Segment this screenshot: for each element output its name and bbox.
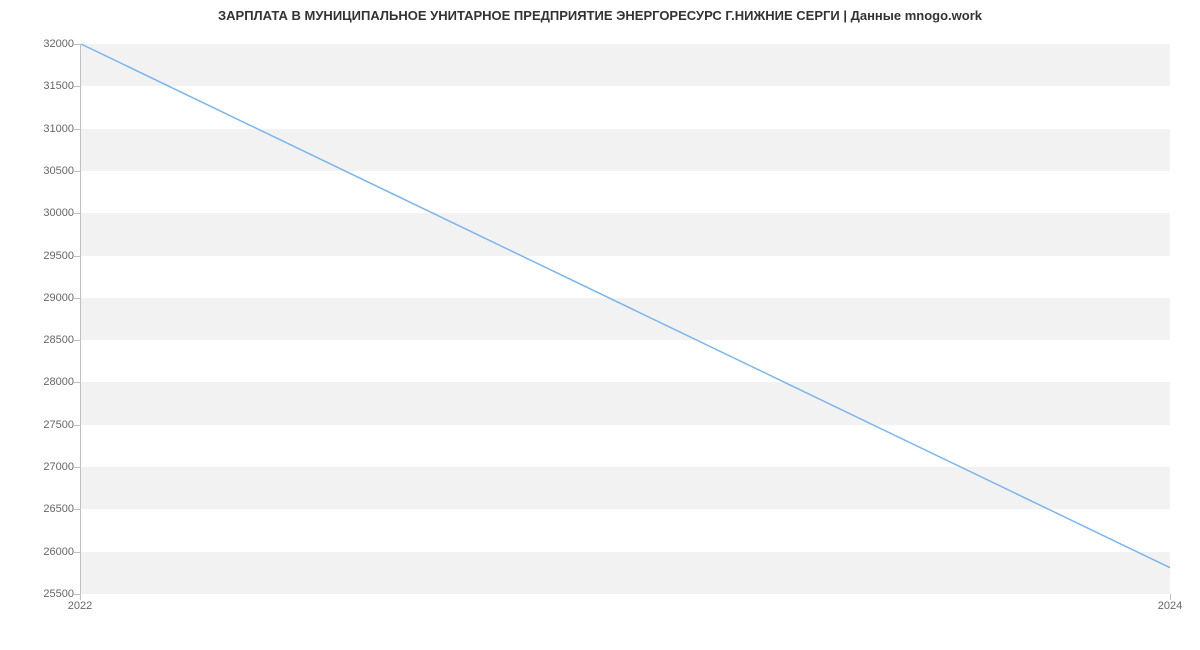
y-tick — [74, 256, 80, 257]
y-tick-label: 25500 — [14, 588, 74, 600]
chart-container: ЗАРПЛАТА В МУНИЦИПАЛЬНОЕ УНИТАРНОЕ ПРЕДП… — [0, 0, 1200, 650]
y-tick — [74, 213, 80, 214]
y-tick — [74, 129, 80, 130]
x-tick-label: 2022 — [68, 600, 92, 612]
plot-area — [80, 44, 1170, 594]
y-tick — [74, 340, 80, 341]
y-tick-label: 27000 — [14, 461, 74, 473]
y-tick-label: 30000 — [14, 207, 74, 219]
y-tick-label: 31500 — [14, 80, 74, 92]
y-tick — [74, 44, 80, 45]
y-tick — [74, 509, 80, 510]
y-tick-label: 28000 — [14, 376, 74, 388]
line-series — [81, 44, 1170, 593]
chart-title: ЗАРПЛАТА В МУНИЦИПАЛЬНОЕ УНИТАРНОЕ ПРЕДП… — [0, 8, 1200, 23]
y-tick-label: 30500 — [14, 165, 74, 177]
series-line — [81, 44, 1170, 568]
x-tick-label: 2024 — [1158, 600, 1182, 612]
x-tick — [1170, 594, 1171, 600]
y-tick-label: 29000 — [14, 292, 74, 304]
y-tick — [74, 425, 80, 426]
x-tick — [80, 594, 81, 600]
y-tick-label: 28500 — [14, 334, 74, 346]
y-tick-label: 29500 — [14, 250, 74, 262]
y-tick — [74, 171, 80, 172]
y-tick — [74, 382, 80, 383]
y-tick — [74, 467, 80, 468]
y-tick-label: 26000 — [14, 546, 74, 558]
y-tick-label: 26500 — [14, 503, 74, 515]
y-tick — [74, 86, 80, 87]
y-tick-label: 31000 — [14, 123, 74, 135]
y-tick — [74, 552, 80, 553]
y-tick — [74, 298, 80, 299]
y-tick-label: 32000 — [14, 38, 74, 50]
y-tick-label: 27500 — [14, 419, 74, 431]
